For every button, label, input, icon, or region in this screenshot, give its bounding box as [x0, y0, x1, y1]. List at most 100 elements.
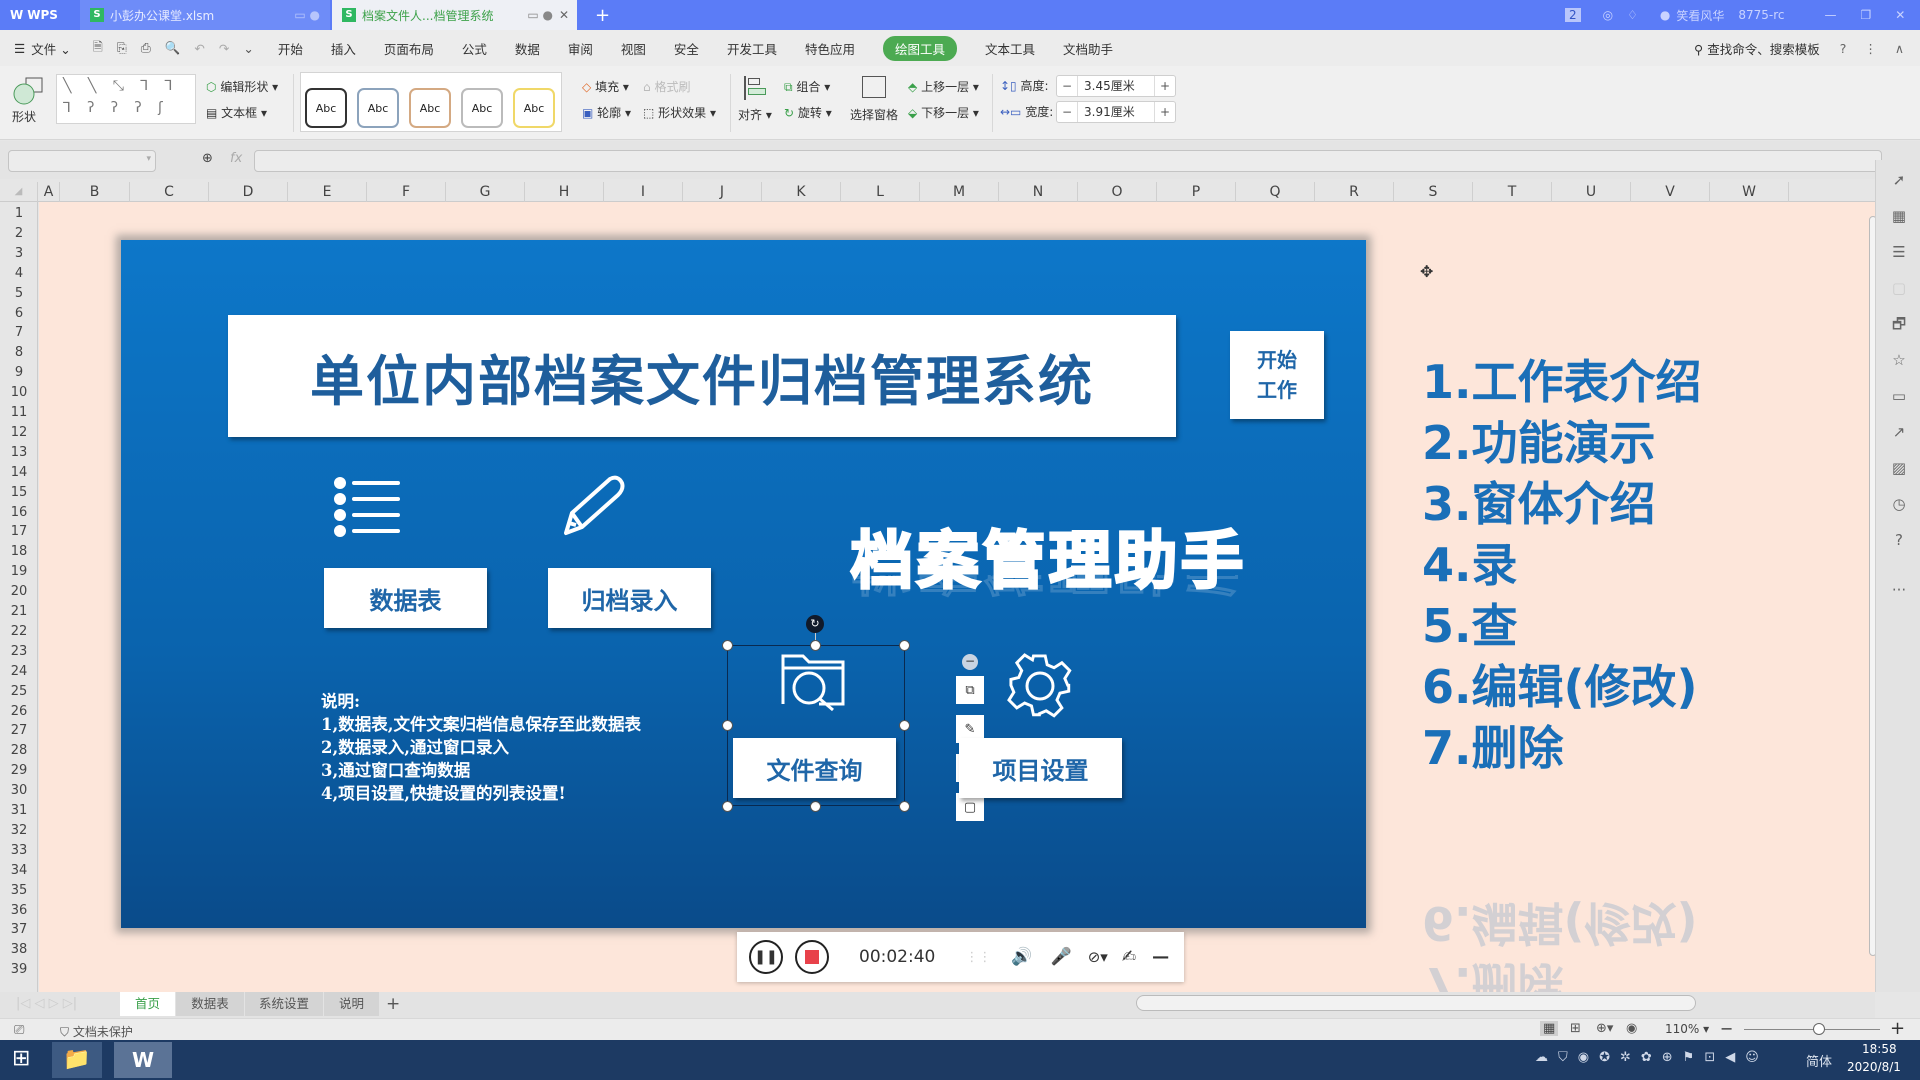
row-header[interactable]: 9	[0, 363, 38, 383]
row-header[interactable]: 22	[0, 622, 38, 642]
column-header[interactable]: Q	[1236, 182, 1315, 202]
row-header[interactable]: 5	[0, 284, 38, 304]
style-preset-1[interactable]: Abc	[305, 88, 347, 128]
menu-review[interactable]: 审阅	[568, 39, 593, 58]
file-query-button[interactable]: 文件查询	[733, 738, 896, 798]
row-header[interactable]: 4	[0, 264, 38, 284]
style-preset-4[interactable]: Abc	[461, 88, 503, 128]
row-header[interactable]: 2	[0, 224, 38, 244]
macro-icon[interactable]: ⎚	[14, 1023, 24, 1038]
eye-protection-icon[interactable]: ◉	[1626, 1021, 1637, 1036]
close-window-icon[interactable]: ✕	[1895, 8, 1905, 22]
row-header[interactable]: 21	[0, 602, 38, 622]
row-header[interactable]: 33	[0, 841, 38, 861]
select-cursor-icon[interactable]: ➚	[1889, 170, 1909, 190]
column-header[interactable]: I	[604, 182, 683, 202]
image-icon[interactable]: ▨	[1889, 458, 1909, 478]
resize-handle[interactable]	[810, 801, 821, 812]
row-header[interactable]: 32	[0, 821, 38, 841]
system-tray-icons[interactable]: ☁⛉◉✪✲✿⊕⚑⊡◀☺	[1535, 1050, 1769, 1065]
resize-handle[interactable]	[722, 801, 733, 812]
export-icon[interactable]: ⎘	[117, 40, 127, 56]
properties-icon[interactable]: ☰	[1889, 242, 1909, 262]
undo-icon[interactable]: ↶	[194, 41, 204, 56]
line-shapes-gallery[interactable]: ╲ ╲ ⤡ ⅂ ⅂ ⅂ ʔ ʔ ʔ ʃ	[56, 74, 196, 124]
row-header[interactable]: 36	[0, 901, 38, 921]
select-all-corner[interactable]: ◢	[0, 182, 38, 202]
resize-handle[interactable]	[810, 640, 821, 651]
column-header[interactable]: P	[1157, 182, 1236, 202]
close-tab-icon[interactable]: ✕	[559, 8, 569, 22]
customize-icon[interactable]: ⌄	[243, 41, 253, 56]
row-header[interactable]: 8	[0, 343, 38, 363]
avatar[interactable]: ●	[1660, 8, 1670, 22]
user-name[interactable]: 笑看风华	[1676, 7, 1724, 24]
row-header[interactable]: 18	[0, 542, 38, 562]
save-icon[interactable]: 🗎	[93, 38, 103, 59]
annotate-icon[interactable]: ✍	[1122, 947, 1136, 967]
zoom-slider-track[interactable]	[1744, 1029, 1880, 1030]
resize-handle[interactable]	[899, 801, 910, 812]
menu-view[interactable]: 视图	[621, 39, 646, 58]
style-preset-5[interactable]: Abc	[513, 88, 555, 128]
column-header[interactable]: F	[367, 182, 446, 202]
cloud-icon[interactable]: ◎	[1603, 8, 1613, 22]
print-preview-icon[interactable]: 🔍	[165, 40, 181, 56]
pin-icon[interactable]: ▭ ●	[527, 8, 553, 22]
tab-workbook-2[interactable]: S 档案文件人...档管理系统 ▭ ● ✕	[332, 0, 577, 30]
page-layout-view-icon[interactable]: ⊕▾	[1596, 1021, 1613, 1036]
windows-start-icon[interactable]: ⊞	[12, 1046, 30, 1071]
restore-icon[interactable]: ❐	[1861, 8, 1872, 22]
resize-handle[interactable]	[722, 720, 733, 731]
height-stepper[interactable]: −3.45厘米 +	[1056, 75, 1176, 97]
help-circle-icon[interactable]: ?	[1889, 530, 1909, 550]
width-stepper[interactable]: −3.91厘米 +	[1056, 101, 1176, 123]
row-header[interactable]: 27	[0, 721, 38, 741]
row-header[interactable]: 15	[0, 483, 38, 503]
height-input[interactable]: 3.45厘米	[1077, 76, 1155, 96]
column-header[interactable]: T	[1473, 182, 1552, 202]
camera-off-icon[interactable]: ⊘▾	[1088, 948, 1108, 966]
skin-icon[interactable]: ♢	[1627, 8, 1638, 22]
menu-doc-assistant[interactable]: 文档助手	[1063, 39, 1113, 58]
protection-status[interactable]: ⛉ 文档未保护	[60, 1023, 133, 1040]
column-header[interactable]: R	[1315, 182, 1394, 202]
shape-effects-button[interactable]: ⬚ 形状效果 ▾	[643, 104, 716, 121]
history-icon[interactable]: ◷	[1889, 494, 1909, 514]
column-header[interactable]: L	[841, 182, 920, 202]
rotate-handle-icon[interactable]: ↻	[806, 615, 824, 633]
zoom-formula-icon[interactable]: ⊕	[202, 151, 213, 166]
resize-handle[interactable]	[722, 640, 733, 651]
start-work-button[interactable]: 开始 工作	[1230, 331, 1324, 419]
new-tab-button[interactable]: +	[585, 0, 615, 30]
row-header[interactable]: 29	[0, 761, 38, 781]
row-header[interactable]: 10	[0, 383, 38, 403]
column-header[interactable]: O	[1078, 182, 1157, 202]
sheet-tab-home[interactable]: 首页	[120, 992, 175, 1016]
column-header[interactable]: N	[999, 182, 1078, 202]
row-header[interactable]: 35	[0, 881, 38, 901]
column-header[interactable]: C	[130, 182, 209, 202]
fx-label[interactable]: fx	[230, 151, 242, 166]
format-painter-button[interactable]: ⌂ 格式刷	[643, 78, 690, 95]
outline-button[interactable]: ▣ 轮廓 ▾	[582, 104, 631, 121]
menu-data[interactable]: 数据	[515, 39, 540, 58]
rotate-button[interactable]: ↻ 旋转 ▾	[784, 104, 832, 121]
file-explorer-icon[interactable]: 📁	[52, 1042, 102, 1078]
page-break-view-icon[interactable]: ⊞	[1570, 1021, 1581, 1036]
speaker-icon[interactable]: 🔊	[1011, 947, 1032, 967]
minimize-icon[interactable]: —	[1825, 8, 1837, 22]
archive-entry-button[interactable]: 归档录入	[548, 568, 711, 628]
column-header[interactable]: V	[1631, 182, 1710, 202]
width-increment[interactable]: +	[1155, 105, 1175, 119]
more-options-icon[interactable]: ···	[1889, 580, 1909, 600]
column-header[interactable]: K	[762, 182, 841, 202]
menu-insert[interactable]: 插入	[331, 39, 356, 58]
align-button[interactable]: 对齐 ▾	[738, 106, 772, 123]
shape-layout-icon[interactable]: ⧉	[956, 676, 984, 704]
datasheet-button[interactable]: 数据表	[324, 568, 487, 628]
row-header[interactable]: 28	[0, 741, 38, 761]
row-header[interactable]: 25	[0, 682, 38, 702]
menu-formulas[interactable]: 公式	[462, 39, 487, 58]
height-decrement[interactable]: −	[1057, 79, 1077, 93]
